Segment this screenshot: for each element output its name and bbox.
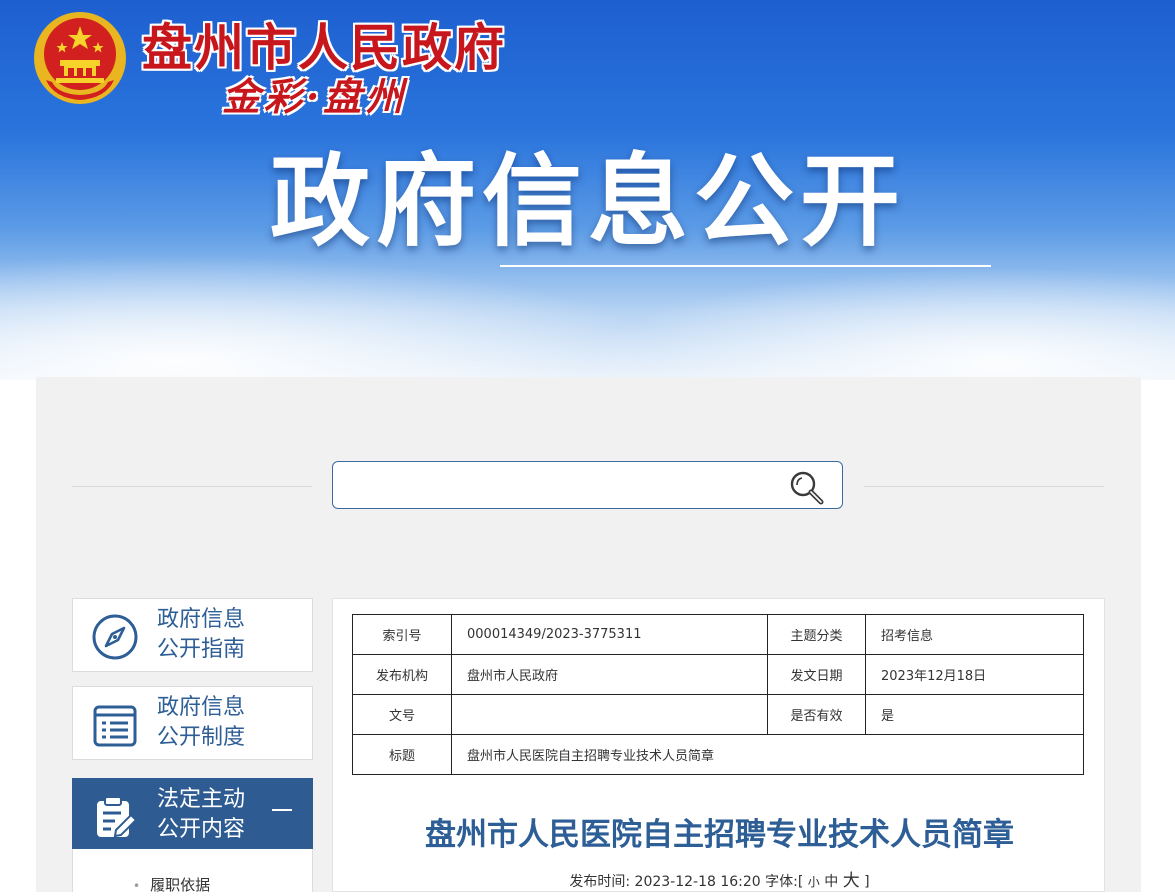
sidebar-submenu: • 履职依据 xyxy=(72,849,313,894)
table-row: 发布机构 盘州市人民政府 发文日期 2023年12月18日 xyxy=(352,654,1084,695)
sidebar-item-system[interactable]: 政府信息 公开制度 xyxy=(72,686,313,760)
sidebar-item-statutory[interactable]: 法定主动 公开内容 xyxy=(72,778,313,849)
sidebar-item-label: 政府信息 公开制度 xyxy=(157,695,246,750)
topic-value: 招考信息 xyxy=(865,614,1084,655)
title-label: 标题 xyxy=(352,734,452,775)
collapse-icon[interactable] xyxy=(272,809,292,811)
banner-underline xyxy=(500,265,991,267)
article-title: 盘州市人民医院自主招聘专业技术人员简章 xyxy=(425,817,1014,853)
national-emblem-icon xyxy=(34,12,126,104)
sidebar-item-guide[interactable]: 政府信息 公开指南 xyxy=(72,598,313,672)
font-size-label: 字体:[ xyxy=(760,874,808,890)
font-size-suffix: ] xyxy=(859,874,870,890)
font-large-button[interactable]: 大 xyxy=(843,871,860,891)
font-medium-button[interactable]: 中 xyxy=(824,874,838,890)
date-label: 发文日期 xyxy=(767,654,866,695)
doc-no-label: 文号 xyxy=(352,694,452,735)
article-content: 索引号 000014349/2023-3775311 主题分类 招考信息 发布机… xyxy=(332,598,1105,892)
search-divider-left xyxy=(72,486,312,487)
main-panel: 政府信息 公开指南 政府信息 公开制度 法定主动 公开内容 • 履职依据 索引号… xyxy=(36,377,1141,894)
sidebar-item-label: 法定主动 公开内容 xyxy=(157,787,246,842)
document-list-icon xyxy=(93,705,137,747)
site-slogan: 金彩·盘州 xyxy=(222,74,408,119)
metadata-table: 索引号 000014349/2023-3775311 主题分类 招考信息 发布机… xyxy=(352,614,1084,775)
clipboard-edit-icon xyxy=(97,796,138,838)
article-meta: 发布时间: 2023-12-18 16:20 字体:[ 小 中 大 ] xyxy=(333,871,1106,892)
valid-value: 是 xyxy=(865,694,1084,735)
doc-no-value xyxy=(451,694,768,735)
topic-label: 主题分类 xyxy=(767,614,866,655)
table-row: 标题 盘州市人民医院自主招聘专业技术人员简章 xyxy=(352,734,1084,775)
search-divider-right xyxy=(864,486,1104,487)
header-banner: 盘州市人民政府 金彩·盘州 政府信息公开 xyxy=(0,0,1175,380)
sidebar-item-label: 政府信息 公开指南 xyxy=(157,607,246,662)
date-value: 2023年12月18日 xyxy=(865,654,1084,695)
publish-time-label: 发布时间: xyxy=(569,874,635,890)
publisher-value: 盘州市人民政府 xyxy=(451,654,768,695)
search-box xyxy=(332,461,843,509)
compass-icon xyxy=(92,614,138,660)
search-icon[interactable] xyxy=(787,468,829,508)
site-name[interactable]: 盘州市人民政府 xyxy=(142,18,506,78)
index-no-label: 索引号 xyxy=(352,614,452,655)
banner-title: 政府信息公开 xyxy=(270,143,906,260)
table-row: 文号 是否有效 是 xyxy=(352,694,1084,735)
table-row: 索引号 000014349/2023-3775311 主题分类 招考信息 xyxy=(352,614,1084,655)
sidebar-subitem-duty-basis[interactable]: • 履职依据 xyxy=(133,875,210,896)
index-no-value: 000014349/2023-3775311 xyxy=(451,614,768,655)
publisher-label: 发布机构 xyxy=(352,654,452,695)
bullet-icon: • xyxy=(133,879,141,893)
font-small-button[interactable]: 小 xyxy=(808,875,820,889)
title-value: 盘州市人民医院自主招聘专业技术人员简章 xyxy=(451,734,1084,775)
valid-label: 是否有效 xyxy=(767,694,866,735)
search-input[interactable] xyxy=(345,470,779,502)
publish-time: 2023-12-18 16:20 xyxy=(634,874,761,890)
